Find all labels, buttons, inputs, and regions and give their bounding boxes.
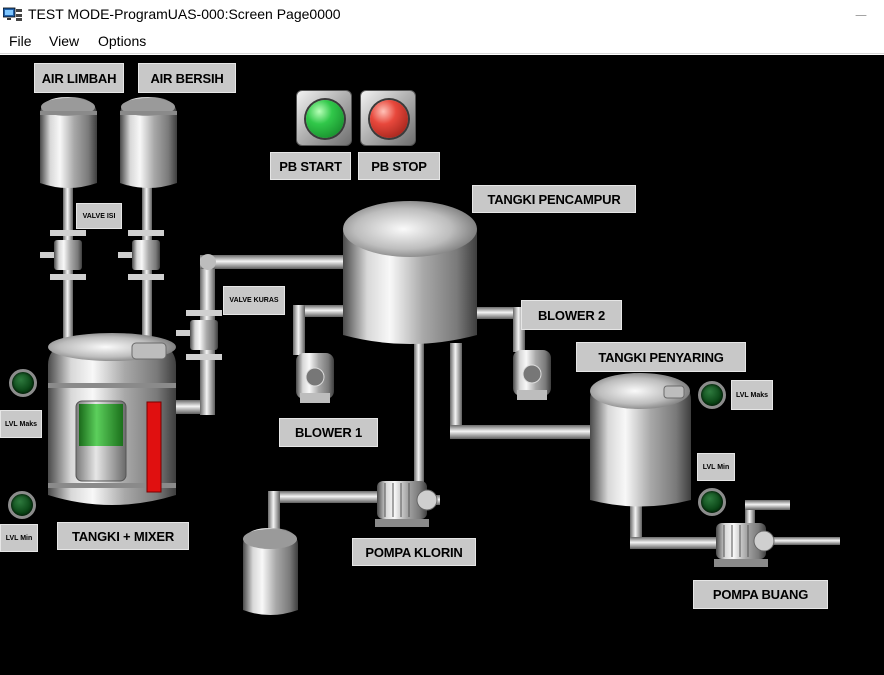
start-lamp[interactable] (306, 100, 344, 138)
label-air-bersih: AIR BERSIH (138, 63, 236, 93)
label-air-limbah: AIR LIMBAH (34, 63, 124, 93)
label-pb-start: PB START (270, 152, 351, 180)
lvl-min-right-indicator (698, 488, 726, 516)
menu-file[interactable]: File (9, 33, 32, 49)
monitor-icon (3, 7, 22, 21)
label-blower-1: BLOWER 1 (279, 418, 378, 447)
label-lvl-maks-right: LVL Maks (731, 380, 773, 410)
menu-bar: File View Options (0, 30, 884, 54)
label-pb-stop: PB STOP (358, 152, 440, 180)
blower-2[interactable] (513, 350, 551, 400)
valve-kuras[interactable] (176, 310, 222, 360)
valve-isi-bersih[interactable] (118, 230, 164, 280)
lvl-maks-right-indicator (698, 381, 726, 409)
pompa-buang[interactable] (714, 523, 775, 567)
label-tangki-mixer: TANGKI + MIXER (57, 522, 189, 550)
tangki-pencampur (343, 201, 477, 344)
window-title: TEST MODE-ProgramUAS-000:Screen Page0000 (28, 6, 341, 22)
menu-view[interactable]: View (49, 33, 79, 49)
air-bersih-tank (120, 97, 177, 188)
label-lvl-min-left: LVL Min (0, 524, 38, 552)
menu-options[interactable]: Options (98, 33, 146, 49)
pb-start-button[interactable] (296, 90, 352, 146)
label-pompa-buang: POMPA BUANG (693, 580, 828, 609)
label-pompa-klorin: POMPA KLORIN (352, 538, 476, 566)
label-lvl-maks-left: LVL Maks (0, 410, 42, 438)
label-lvl-min-right: LVL Min (697, 453, 735, 481)
label-tangki-pencampur: TANGKI PENCAMPUR (472, 185, 636, 213)
blower-1[interactable] (296, 353, 334, 403)
minimize-button[interactable]: — (838, 0, 884, 30)
hmi-canvas: AIR LIMBAH AIR BERSIH PB START PB STOP V… (0, 55, 884, 675)
label-valve-isi: VALVE ISI (76, 203, 122, 229)
stop-lamp[interactable] (370, 100, 408, 138)
label-blower-2: BLOWER 2 (521, 300, 622, 330)
label-valve-kuras: VALVE KURAS (223, 286, 285, 315)
air-limbah-tank (40, 97, 97, 188)
lvl-maks-left-indicator (9, 369, 37, 397)
tangki-penyaring (590, 373, 691, 507)
lvl-min-left-indicator (8, 491, 36, 519)
mixer-tank (48, 333, 176, 505)
title-bar: TEST MODE-ProgramUAS-000:Screen Page0000… (0, 0, 884, 30)
klorin-tank (243, 528, 298, 615)
label-tangki-penyaring: TANGKI PENYARING (576, 342, 746, 372)
pompa-klorin[interactable] (375, 481, 438, 527)
pb-stop-button[interactable] (360, 90, 416, 146)
